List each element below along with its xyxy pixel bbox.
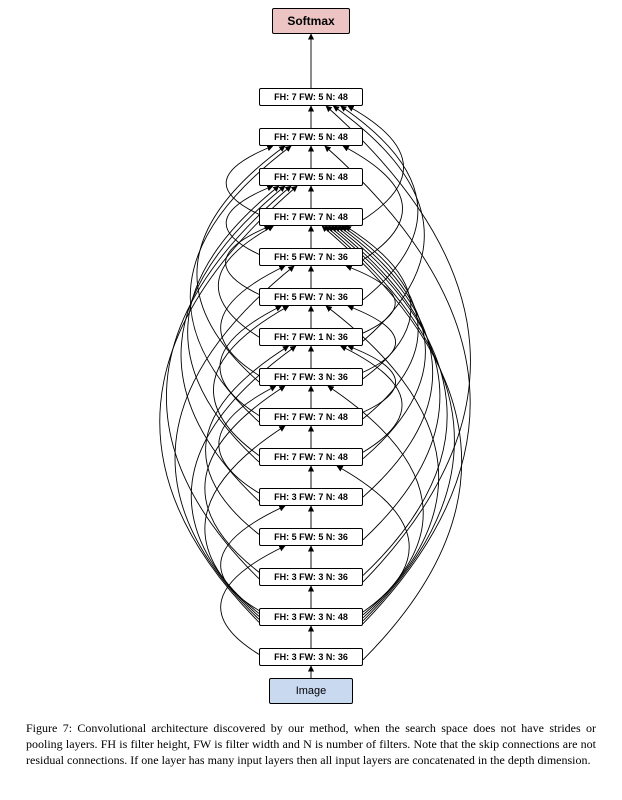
node-layer-1: FH: 3 FW: 3 N: 48: [259, 608, 363, 626]
architecture-diagram: Softmax FH: 7 FW: 5 N: 48 FH: 7 FW: 5 N:…: [0, 0, 622, 710]
node-layer-8: FH: 7 FW: 1 N: 36: [259, 328, 363, 346]
node-image: Image: [269, 678, 353, 704]
node-layer-5: FH: 7 FW: 7 N: 48: [259, 448, 363, 466]
node-layer-11: FH: 7 FW: 7 N: 48: [259, 208, 363, 226]
node-layer-0: FH: 3 FW: 3 N: 36: [259, 648, 363, 666]
caption-body: Convolutional architecture discovered by…: [26, 721, 596, 767]
edges-svg: [0, 0, 622, 710]
node-softmax: Softmax: [272, 8, 350, 34]
node-layer-4: FH: 3 FW: 7 N: 48: [259, 488, 363, 506]
caption-prefix: Figure 7:: [26, 721, 72, 735]
node-layer-6: FH: 7 FW: 7 N: 48: [259, 408, 363, 426]
node-layer-9: FH: 5 FW: 7 N: 36: [259, 288, 363, 306]
node-layer-7: FH: 7 FW: 3 N: 36: [259, 368, 363, 386]
figure-caption: Figure 7: Convolutional architecture dis…: [26, 720, 596, 769]
node-layer-14: FH: 7 FW: 5 N: 48: [259, 88, 363, 106]
node-layer-12: FH: 7 FW: 5 N: 48: [259, 168, 363, 186]
node-layer-3: FH: 5 FW: 5 N: 36: [259, 528, 363, 546]
node-layer-10: FH: 5 FW: 7 N: 36: [259, 248, 363, 266]
node-layer-2: FH: 3 FW: 3 N: 36: [259, 568, 363, 586]
node-layer-13: FH: 7 FW: 5 N: 48: [259, 128, 363, 146]
